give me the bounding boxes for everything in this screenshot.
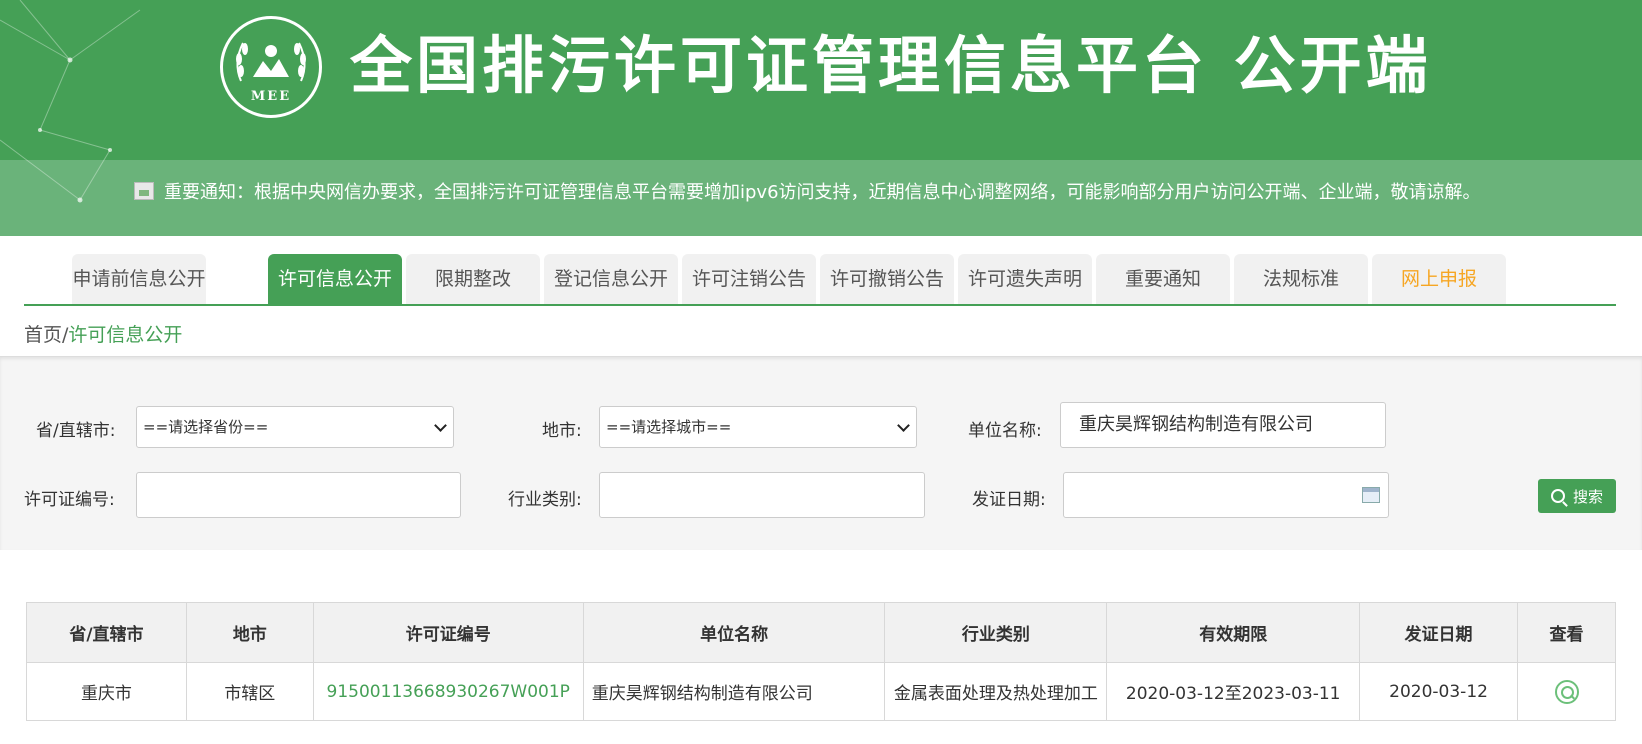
unit-name-label: 单位名称:: [968, 421, 1042, 441]
main-nav-tabs: 申请前信息公开 许可信息公开 限期整改 登记信息公开 许可注销公告 许可撤销公告…: [24, 254, 1616, 306]
tab-rectification[interactable]: 限期整改: [406, 254, 540, 304]
tab-license-lost[interactable]: 许可遗失声明: [958, 254, 1092, 304]
issue-date-label: 发证日期:: [972, 490, 1046, 510]
cell-issue-date: 2020-03-12: [1359, 662, 1518, 721]
unit-name-input[interactable]: 重庆昊辉钢结构制造有限公司: [1060, 402, 1386, 448]
column-header-city: 地市: [185, 602, 314, 663]
cell-view: [1517, 662, 1616, 721]
cell-industry: 金属表面处理及热处理加工: [884, 662, 1108, 721]
cell-license-number-link[interactable]: 91500113668930267W001P: [312, 662, 584, 721]
tab-online-declaration[interactable]: 网上申报: [1372, 254, 1506, 304]
column-header-issue-date: 发证日期: [1359, 602, 1518, 663]
column-header-province: 省/直辖市: [26, 602, 187, 663]
breadcrumb: 首页/许可信息公开: [24, 320, 182, 347]
cell-validity: 2020-03-12至2023-03-11: [1106, 662, 1361, 721]
city-label: 地市:: [542, 421, 582, 441]
chevron-down-icon: [434, 419, 447, 432]
logo-text: MEE: [250, 89, 292, 104]
province-label: 省/直辖市:: [36, 421, 116, 441]
search-button-label: 搜索: [1572, 487, 1603, 506]
tab-pre-application[interactable]: 申请前信息公开: [72, 254, 206, 304]
notice-text: 重要通知：根据中央网信办要求，全国排污许可证管理信息平台需要增加ipv6访问支持…: [164, 182, 1481, 203]
column-header-validity: 有效期限: [1106, 602, 1361, 663]
notice-banner[interactable]: 重要通知：根据中央网信办要求，全国排污许可证管理信息平台需要增加ipv6访问支持…: [134, 178, 1481, 204]
search-button[interactable]: 搜索: [1538, 479, 1616, 513]
column-header-unit-name: 单位名称: [582, 602, 886, 663]
license-number-label: 许可证编号:: [24, 490, 115, 510]
tab-license-cancellation[interactable]: 许可注销公告: [682, 254, 816, 304]
column-header-industry: 行业类别: [884, 602, 1108, 663]
tab-license-info[interactable]: 许可信息公开: [268, 254, 402, 304]
tab-license-revocation[interactable]: 许可撤销公告: [820, 254, 954, 304]
search-panel: [0, 356, 1642, 550]
tab-regulations[interactable]: 法规标准: [1234, 254, 1368, 304]
site-title: 全国排污许可证管理信息平台 公开端: [350, 29, 1432, 102]
province-select[interactable]: ==请选择省份==: [136, 406, 454, 448]
site-header: MEE 全国排污许可证管理信息平台 公开端 重要通知：根据中央网信办要求，全国排…: [0, 0, 1642, 236]
view-detail-icon[interactable]: [1554, 679, 1579, 704]
table-header-row: 省/直辖市 地市 许可证编号 单位名称 行业类别 有效期限 发证日期 查看: [26, 602, 1616, 663]
calendar-icon[interactable]: [1362, 487, 1380, 503]
license-number-input[interactable]: [136, 472, 461, 518]
cell-city: 市辖区: [185, 662, 314, 721]
image-icon: [134, 182, 154, 200]
results-table: 省/直辖市 地市 许可证编号 单位名称 行业类别 有效期限 发证日期 查看 重庆…: [26, 602, 1616, 721]
issue-date-input[interactable]: [1063, 472, 1389, 518]
cell-unit-name: 重庆昊辉钢结构制造有限公司: [582, 662, 886, 721]
cell-province: 重庆市: [26, 662, 187, 721]
industry-input[interactable]: [599, 472, 925, 518]
city-select[interactable]: ==请选择城市==: [599, 406, 917, 448]
city-select-value: ==请选择城市==: [606, 418, 732, 436]
chevron-down-icon: [897, 419, 910, 432]
tab-registration-info[interactable]: 登记信息公开: [544, 254, 678, 304]
column-header-view: 查看: [1517, 602, 1616, 663]
search-icon: [1550, 489, 1565, 503]
table-row: 重庆市 市辖区 91500113668930267W001P 重庆昊辉钢结构制造…: [26, 662, 1616, 721]
mee-logo: MEE: [220, 16, 322, 118]
industry-label: 行业类别:: [508, 490, 582, 510]
province-select-value: ==请选择省份==: [143, 418, 269, 436]
column-header-license-number: 许可证编号: [312, 602, 584, 663]
tab-important-notice[interactable]: 重要通知: [1096, 254, 1230, 304]
breadcrumb-home[interactable]: 首页: [24, 324, 62, 346]
breadcrumb-current: 许可信息公开: [68, 324, 183, 346]
